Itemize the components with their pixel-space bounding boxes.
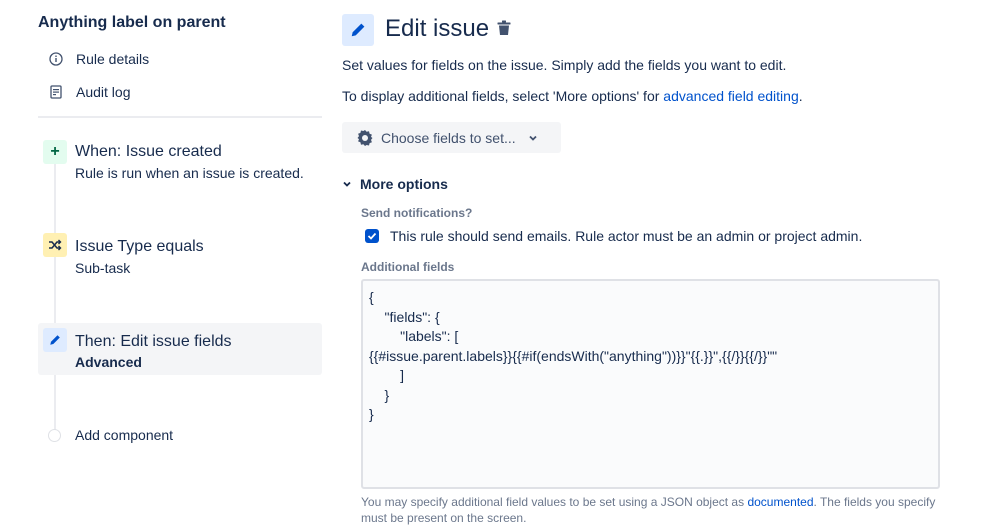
timeline-connector xyxy=(54,152,56,432)
send-notifications-label: Send notifications? xyxy=(361,206,473,220)
pencil-icon xyxy=(43,328,67,352)
documented-link[interactable]: documented xyxy=(747,495,813,509)
step-subtitle: Advanced xyxy=(75,354,142,370)
checkmark-icon xyxy=(367,232,377,240)
send-emails-row: This rule should send emails. Rule actor… xyxy=(365,228,862,244)
more-options-label: More options xyxy=(360,176,448,192)
nav-rule-details-label: Rule details xyxy=(76,51,150,67)
pencil-icon xyxy=(342,14,374,46)
help-prefix: You may specify additional field values … xyxy=(361,495,748,509)
step-title: When: Issue created xyxy=(75,143,222,160)
plus-icon: + xyxy=(43,140,67,164)
delete-component-button[interactable] xyxy=(494,20,514,40)
advanced-editing-hint: To display additional fields, select 'Mo… xyxy=(342,88,803,104)
advanced-field-editing-link[interactable]: advanced field editing xyxy=(663,88,798,104)
add-component-button[interactable]: Add component xyxy=(48,427,173,443)
sidebar-divider xyxy=(38,116,322,118)
send-emails-label: This rule should send emails. Rule actor… xyxy=(390,228,863,244)
step-trigger-issue-created[interactable]: + When: Issue created Rule is run when a… xyxy=(38,138,322,188)
more-options-toggle[interactable]: More options xyxy=(342,176,448,192)
rule-title: Anything label on parent xyxy=(38,14,226,31)
choose-fields-dropdown[interactable]: Choose fields to set... xyxy=(342,122,561,153)
component-description: Set values for fields on the issue. Simp… xyxy=(342,57,787,73)
shuffle-icon xyxy=(43,233,67,257)
component-editor: Edit issue Set values for fields on the … xyxy=(342,0,982,530)
step-subtitle: Sub-task xyxy=(75,260,131,276)
step-title: Then: Edit issue fields xyxy=(75,333,232,350)
send-emails-checkbox[interactable] xyxy=(365,229,379,243)
nav-rule-details[interactable]: Rule details xyxy=(46,49,149,69)
info-icon xyxy=(46,49,66,69)
additional-fields-help: You may specify additional field values … xyxy=(361,494,941,526)
chevron-down-icon xyxy=(342,180,360,188)
add-component-circle-icon xyxy=(48,428,61,442)
nav-audit-log-label: Audit log xyxy=(76,84,131,100)
nav-audit-log[interactable]: Audit log xyxy=(46,82,130,102)
step-action-edit-issue[interactable]: Then: Edit issue fields Advanced xyxy=(38,323,322,375)
document-icon xyxy=(46,82,66,102)
hint-suffix: . xyxy=(798,88,803,104)
add-component-label: Add component xyxy=(75,427,174,443)
rule-sidebar: Anything label on parent Rule details Au… xyxy=(38,0,322,530)
step-condition-issue-type[interactable]: Issue Type equals Sub-task xyxy=(38,233,322,283)
page-title: Edit issue xyxy=(385,15,490,42)
additional-fields-input[interactable] xyxy=(361,279,940,489)
choose-fields-label: Choose fields to set... xyxy=(381,129,516,146)
hint-prefix: To display additional fields, select 'Mo… xyxy=(342,88,664,104)
gear-icon xyxy=(355,128,375,148)
trash-icon xyxy=(497,20,511,41)
additional-fields-label: Additional fields xyxy=(361,260,455,274)
step-title: Issue Type equals xyxy=(75,238,204,255)
step-subtitle: Rule is run when an issue is created. xyxy=(75,165,304,181)
chevron-down-icon xyxy=(528,134,538,142)
